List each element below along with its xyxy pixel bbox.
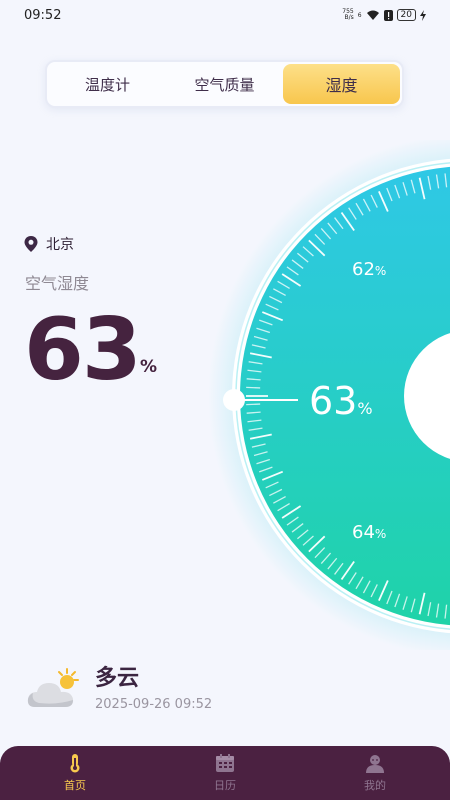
network-speed: 755 B/s: [342, 9, 353, 21]
weather-datetime: 2025-09-26 09:52: [95, 697, 213, 712]
network-speed-unit: B/s: [344, 14, 354, 21]
nav-item-calendar[interactable]: 日历: [150, 746, 300, 800]
nav-label-profile: 我的: [364, 779, 386, 792]
partly-cloudy-icon: [27, 668, 79, 707]
weather-condition: 多云: [95, 666, 140, 691]
tab-air-quality[interactable]: 空气质量: [166, 64, 283, 104]
status-icons: 755 B/s 6 20: [342, 9, 426, 21]
dial-handle[interactable]: [223, 389, 245, 411]
nav-label-calendar: 日历: [214, 779, 236, 792]
status-time: 09:52: [24, 7, 62, 23]
user-icon: [366, 755, 384, 773]
dial-tick: [246, 403, 261, 406]
nav-label-home: 首页: [64, 779, 86, 792]
charging-icon: [420, 9, 426, 21]
humidity-dial[interactable]: 62% 63% 64%: [0, 140, 450, 650]
nav-item-home[interactable]: 首页: [0, 746, 150, 800]
dial-tick: [246, 386, 261, 389]
tab-humidity[interactable]: 湿度: [283, 64, 400, 104]
tab-bar: 温度计 空气质量 湿度: [45, 60, 404, 108]
battery-icon: 20: [396, 9, 416, 21]
wifi-icon: [366, 10, 379, 20]
bottom-nav: 首页 日历 我的: [0, 746, 450, 800]
weather-widget: 多云 2025-09-26 09:52: [27, 665, 212, 712]
thermometer-icon: [70, 754, 80, 773]
signal-label: 6: [357, 11, 362, 19]
calendar-icon: [216, 754, 234, 772]
status-bar: 09:52 755 B/s 6 20: [0, 0, 450, 30]
tab-thermometer[interactable]: 温度计: [49, 64, 166, 104]
nav-item-profile[interactable]: 我的: [300, 746, 450, 800]
alert-icon: [383, 9, 393, 21]
